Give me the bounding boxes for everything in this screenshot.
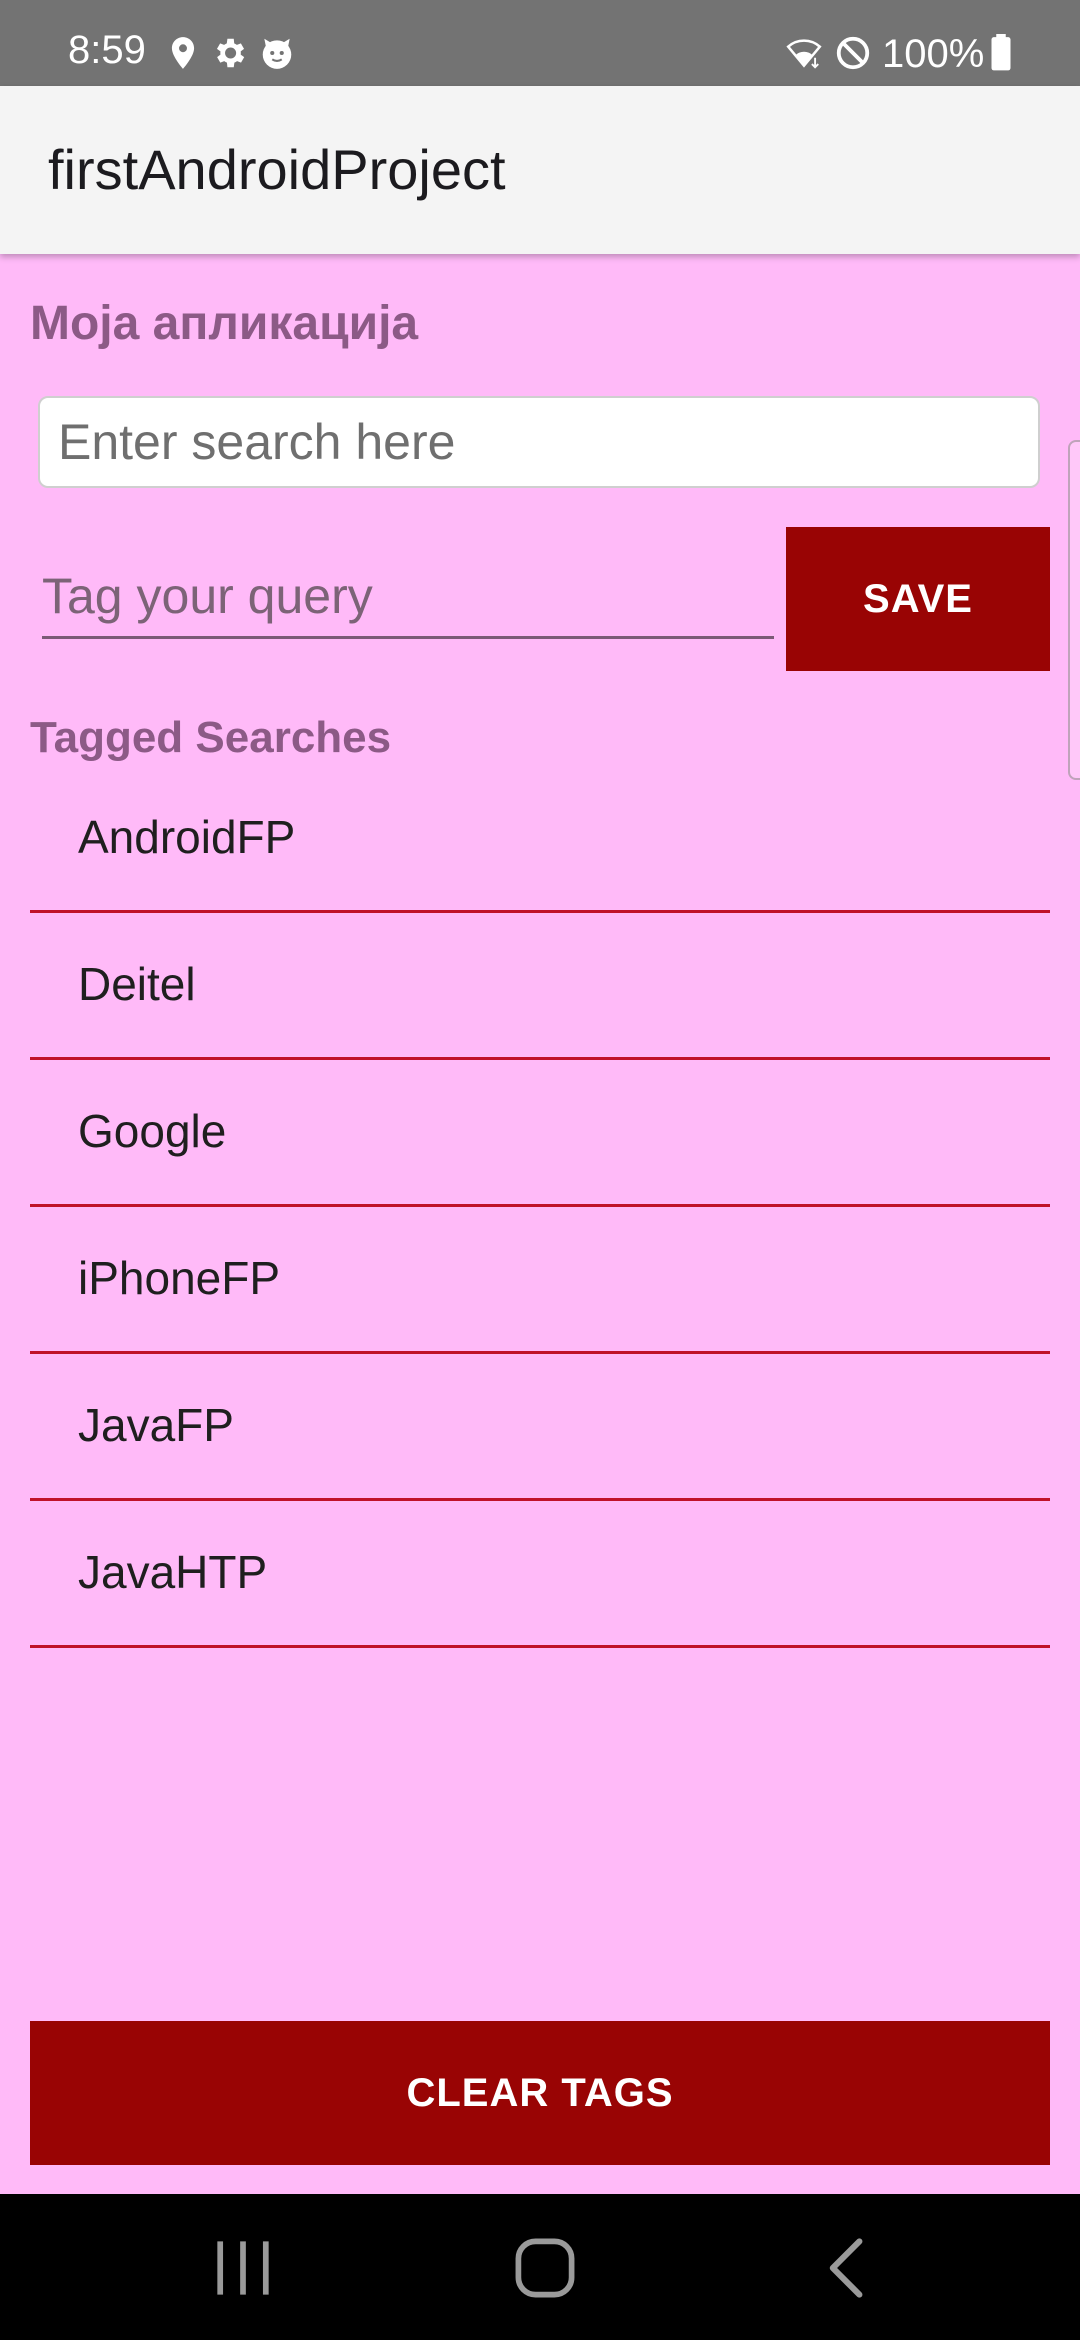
location-icon [171, 37, 195, 69]
app-title: firstAndroidProject [48, 138, 506, 201]
tag-label: JavaHTP [78, 1546, 268, 1598]
edge-panel-handle[interactable] [1068, 440, 1080, 780]
search-box[interactable] [38, 396, 1040, 488]
status-bar: 8:59 100% [0, 0, 1080, 86]
tag-input[interactable] [42, 560, 774, 632]
tag-field[interactable] [42, 560, 774, 639]
battery-percentage: 100% [882, 32, 985, 76]
tag-list-item[interactable]: AndroidFP [30, 766, 1050, 913]
wifi-icon [786, 39, 822, 69]
tagged-searches-list: AndroidFP Deitel Google iPhoneFP JavaFP … [30, 766, 1050, 1648]
tag-list-item[interactable]: JavaHTP [30, 1501, 1050, 1648]
battery-icon [991, 34, 1011, 71]
tag-list-item[interactable]: Google [30, 1060, 1050, 1207]
tag-list-item[interactable]: iPhoneFP [30, 1207, 1050, 1354]
app-heading: Моја апликација [30, 297, 419, 350]
clear-tags-button[interactable]: CLEAR TAGS [30, 2021, 1050, 2165]
tag-label: iPhoneFP [78, 1252, 281, 1304]
back-icon[interactable] [810, 2230, 886, 2306]
tag-label: Google [78, 1105, 227, 1157]
status-time: 8:59 [68, 28, 146, 72]
screen: 8:59 100% firstAndroidProject Моја аплик… [0, 0, 1080, 2340]
cat-face-icon [262, 38, 292, 69]
navigation-bar [0, 2194, 1080, 2340]
search-input[interactable] [58, 398, 1018, 486]
tag-label: AndroidFP [78, 811, 296, 863]
recent-apps-icon[interactable] [205, 2230, 281, 2306]
do-not-disturb-icon [836, 36, 870, 70]
home-icon[interactable] [507, 2230, 583, 2306]
save-button[interactable]: SAVE [786, 527, 1050, 671]
tag-list-item[interactable]: JavaFP [30, 1354, 1050, 1501]
tag-list-item[interactable]: Deitel [30, 913, 1050, 1060]
tag-label: Deitel [78, 958, 196, 1010]
tagged-searches-heading: Tagged Searches [30, 713, 392, 762]
tag-label: JavaFP [78, 1399, 234, 1451]
settings-icon [216, 38, 245, 68]
app-bar: firstAndroidProject [0, 86, 1080, 254]
